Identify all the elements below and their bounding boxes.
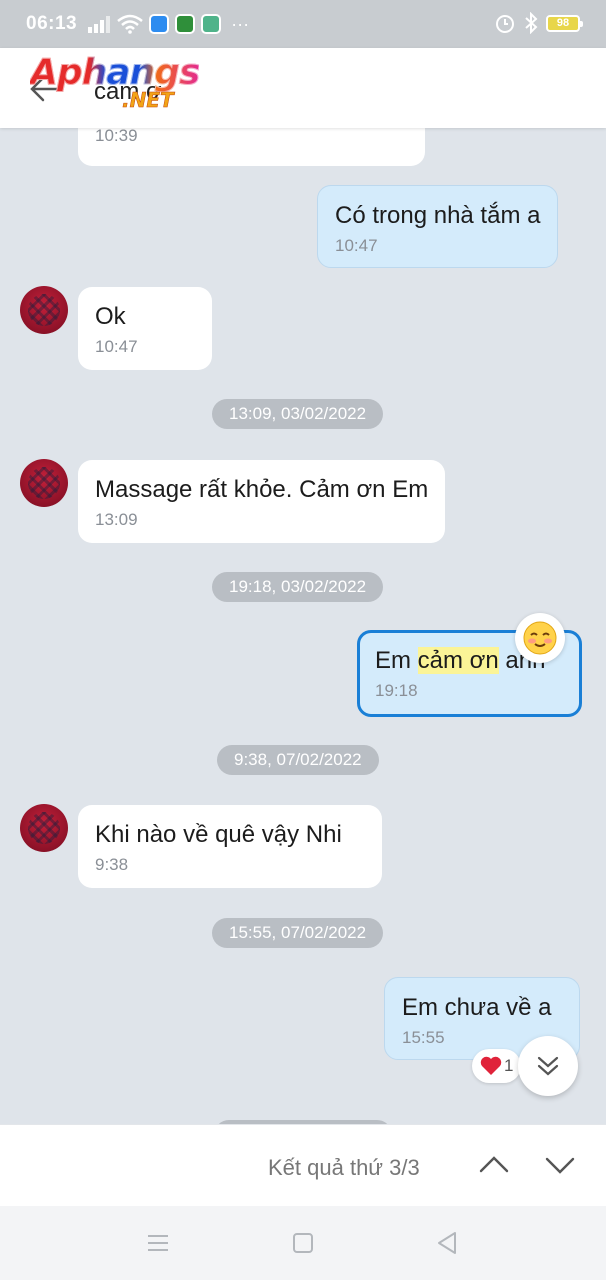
- menu-icon[interactable]: [145, 1230, 171, 1256]
- system-navigation-bar: [0, 1206, 606, 1280]
- message-bubble-incoming[interactable]: Ok 10:47: [78, 287, 212, 370]
- signal-icon: [88, 16, 111, 33]
- message-text-before: Em: [375, 647, 418, 674]
- home-square-icon[interactable]: [290, 1230, 316, 1256]
- message-time: 10:47: [95, 337, 138, 356]
- status-bar: 06:13 ··· 98: [0, 0, 606, 48]
- message-bubble-incoming[interactable]: Massage rất khỏe. Cảm ơn Em 13:09: [78, 460, 446, 543]
- contact-avatar[interactable]: [20, 286, 68, 334]
- double-chevron-down-icon: [537, 1056, 559, 1076]
- message-text: Khi nào về quê vậy Nhi: [95, 821, 342, 848]
- wifi-icon: [117, 14, 143, 34]
- more-notifications-icon: ···: [231, 13, 250, 34]
- search-result-bar: Kết quả thứ 3/3: [0, 1124, 606, 1206]
- date-separator: 13:09, 03/02/2022: [212, 399, 384, 429]
- message-bubble-incoming[interactable]: Khi nào về quê vậy Nhi 9:38: [78, 805, 382, 888]
- reaction-count: 1: [504, 1056, 514, 1075]
- message-time: 19:18: [375, 681, 418, 700]
- scroll-to-bottom-button[interactable]: [518, 1036, 578, 1096]
- date-separator: 19:18, 03/02/2022: [212, 572, 384, 602]
- status-icons: ···: [87, 14, 249, 35]
- reaction-heart[interactable]: 1: [472, 1049, 522, 1083]
- chat-area[interactable]: 10:39 Có trong nhà tắm a 10:47 Ok 10:47 …: [0, 128, 606, 1124]
- back-triangle-icon[interactable]: [434, 1230, 460, 1256]
- message-time: 13:09: [95, 510, 138, 529]
- search-highlight: cảm ơn: [417, 647, 499, 674]
- reaction-smile-emoji-icon[interactable]: [515, 613, 565, 663]
- date-separator: 9:38, 07/02/2022: [217, 745, 379, 775]
- watermark-logo-main: Aphangs: [29, 52, 200, 94]
- message-text: Có trong nhà tắm a: [335, 202, 541, 229]
- smile-emoji-icon: [523, 621, 557, 655]
- message-time: 10:39: [95, 128, 138, 145]
- message-text: Ok: [95, 303, 126, 330]
- chat-header: cam ơ Aphangs .NET: [0, 48, 606, 128]
- watermark-logo-sub: .NET: [122, 88, 174, 113]
- message-time: 10:47: [335, 236, 378, 255]
- watermark-logo: Aphangs .NET: [29, 52, 200, 113]
- status-right: 98: [494, 12, 583, 34]
- message-bubble-outgoing[interactable]: Có trong nhà tắm a 10:47: [317, 185, 559, 268]
- search-result-counter: Kết quả thứ 3/3: [268, 1155, 420, 1180]
- message-bubble-incoming[interactable]: 10:39: [78, 128, 425, 166]
- next-result-chevron-down-icon[interactable]: [542, 1147, 578, 1183]
- sim-notification-icon: [201, 14, 222, 34]
- message-time: 9:38: [95, 855, 129, 874]
- clock: 06:13: [26, 13, 78, 34]
- shield-notification-icon: [175, 14, 196, 34]
- alarm-icon: [496, 15, 514, 33]
- message-text: Em chưa về a: [402, 994, 552, 1021]
- message-text: Massage rất khỏe. Cảm ơn Em: [95, 476, 429, 503]
- contact-avatar[interactable]: [20, 459, 68, 507]
- contact-avatar[interactable]: [20, 804, 68, 852]
- heart-icon: [480, 1056, 502, 1075]
- bluetooth-icon: [525, 12, 538, 34]
- previous-result-chevron-up-icon[interactable]: [476, 1147, 512, 1183]
- app-notification-icon: [149, 14, 170, 34]
- date-separator: 15:55, 07/02/2022: [212, 918, 384, 948]
- battery-icon: 98: [546, 14, 583, 32]
